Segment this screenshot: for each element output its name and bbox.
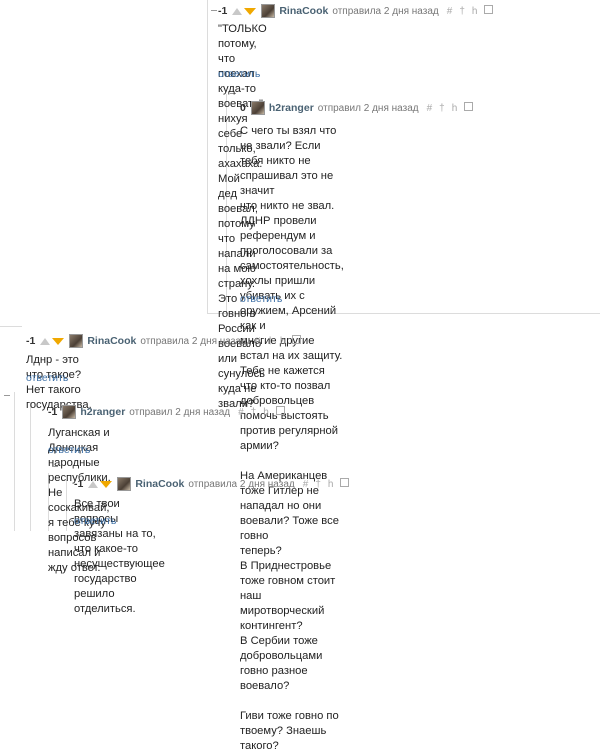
comment-body: С чего ты взял что не звали? Если тебя н… xyxy=(240,124,344,754)
avatar[interactable] xyxy=(62,405,77,419)
permalink-icon[interactable]: # xyxy=(255,336,261,347)
permalink-icon[interactable]: # xyxy=(238,407,244,418)
comment-line xyxy=(240,694,344,709)
upvote-icon[interactable] xyxy=(232,7,243,15)
parent-icon[interactable]: h xyxy=(472,6,478,17)
comment-score: -1 xyxy=(218,5,228,17)
upvote-icon[interactable] xyxy=(88,480,99,488)
save-icon[interactable] xyxy=(340,478,350,490)
collapse-toggle[interactable] xyxy=(211,10,217,11)
thread-line xyxy=(14,392,15,531)
comment-timestamp: отправил 2 дня назад xyxy=(129,406,231,418)
comment-author[interactable]: RinaCook xyxy=(135,478,184,490)
permalink-icon[interactable]: # xyxy=(303,479,309,490)
avatar[interactable] xyxy=(117,477,132,491)
comment-line: Гиви тоже говно по твоему? Знаешь такого… xyxy=(240,710,339,752)
downvote-icon[interactable] xyxy=(100,480,113,488)
comment-header: 0 h2ranger отправил 2 дня назад # † h xyxy=(240,100,480,116)
comment-score: -1 xyxy=(26,335,36,347)
downvote-icon[interactable] xyxy=(52,337,65,345)
save-icon[interactable] xyxy=(484,5,494,17)
parent-icon[interactable]: h xyxy=(328,479,334,490)
comment-header: -1 RinaCook отправила 2 дня назад # † h xyxy=(218,3,500,19)
comment-line: теперь? xyxy=(240,545,282,557)
avatar[interactable] xyxy=(69,334,84,348)
avatar[interactable] xyxy=(261,4,276,18)
thread-line xyxy=(207,0,208,313)
reply-link[interactable]: ответить xyxy=(240,293,282,305)
up-down-icon[interactable]: † xyxy=(315,479,321,490)
comment-author[interactable]: h2ranger xyxy=(269,102,314,114)
comment-score: -1 xyxy=(48,406,58,418)
comment-header: -1 RinaCook отправила 2 дня назад # † h xyxy=(74,476,356,492)
permalink-icon[interactable]: # xyxy=(447,6,453,17)
parent-icon[interactable]: h xyxy=(452,103,458,114)
up-down-icon[interactable]: † xyxy=(251,407,257,418)
comment-line: В Сербии тоже добровольцами говно разное… xyxy=(240,635,323,692)
downvote-icon[interactable] xyxy=(244,7,257,15)
collapse-toggle[interactable] xyxy=(4,395,10,396)
permalink-icon[interactable]: # xyxy=(427,103,433,114)
reply-link[interactable]: ответить xyxy=(26,372,68,384)
comment-line: что никто не звал. ЛДНР провели референд… xyxy=(240,200,335,257)
thread-line xyxy=(30,402,31,531)
comment-timestamp: отправила 2 дня назад xyxy=(332,5,439,17)
save-icon[interactable] xyxy=(275,406,285,418)
comment-header: -1 h2ranger отправил 2 дня назад # † h xyxy=(48,404,292,420)
comment-line: добровольцев помочь выстоять против регу… xyxy=(240,395,339,452)
reply-link[interactable]: ответить xyxy=(218,68,260,80)
comment-timestamp: отправил 2 дня назад xyxy=(317,102,419,114)
upvote-icon[interactable] xyxy=(40,337,51,345)
comment-timestamp: отправила 2 дня назад xyxy=(140,335,247,347)
up-down-icon[interactable]: † xyxy=(439,103,445,114)
comment-timestamp: отправила 2 дня назад xyxy=(188,478,295,490)
comment-author[interactable]: h2ranger xyxy=(80,406,125,418)
parent-icon[interactable]: h xyxy=(263,407,269,418)
comment-line xyxy=(240,454,344,469)
comment-line: С чего ты взял что не звали? Если тебя н… xyxy=(240,125,337,197)
parent-icon[interactable]: h xyxy=(280,336,286,347)
comment-line: В Приднестровье тоже говном стоит наш ми… xyxy=(240,560,336,632)
comment-header: -1 RinaCook отправила 2 дня назад # † h xyxy=(26,333,308,349)
comment-score: -1 xyxy=(74,478,84,490)
up-down-icon[interactable]: † xyxy=(267,336,273,347)
save-icon[interactable] xyxy=(464,102,474,114)
comment-score: 0 xyxy=(240,102,246,114)
save-icon[interactable] xyxy=(292,335,302,347)
comment-author[interactable]: RinaCook xyxy=(279,5,328,17)
comment-author[interactable]: RinaCook xyxy=(87,335,136,347)
reply-link[interactable]: ответить xyxy=(48,444,90,456)
thread-line xyxy=(0,326,22,327)
reply-link[interactable]: ответить xyxy=(74,515,116,527)
up-down-icon[interactable]: † xyxy=(459,6,465,17)
avatar[interactable] xyxy=(250,101,265,115)
